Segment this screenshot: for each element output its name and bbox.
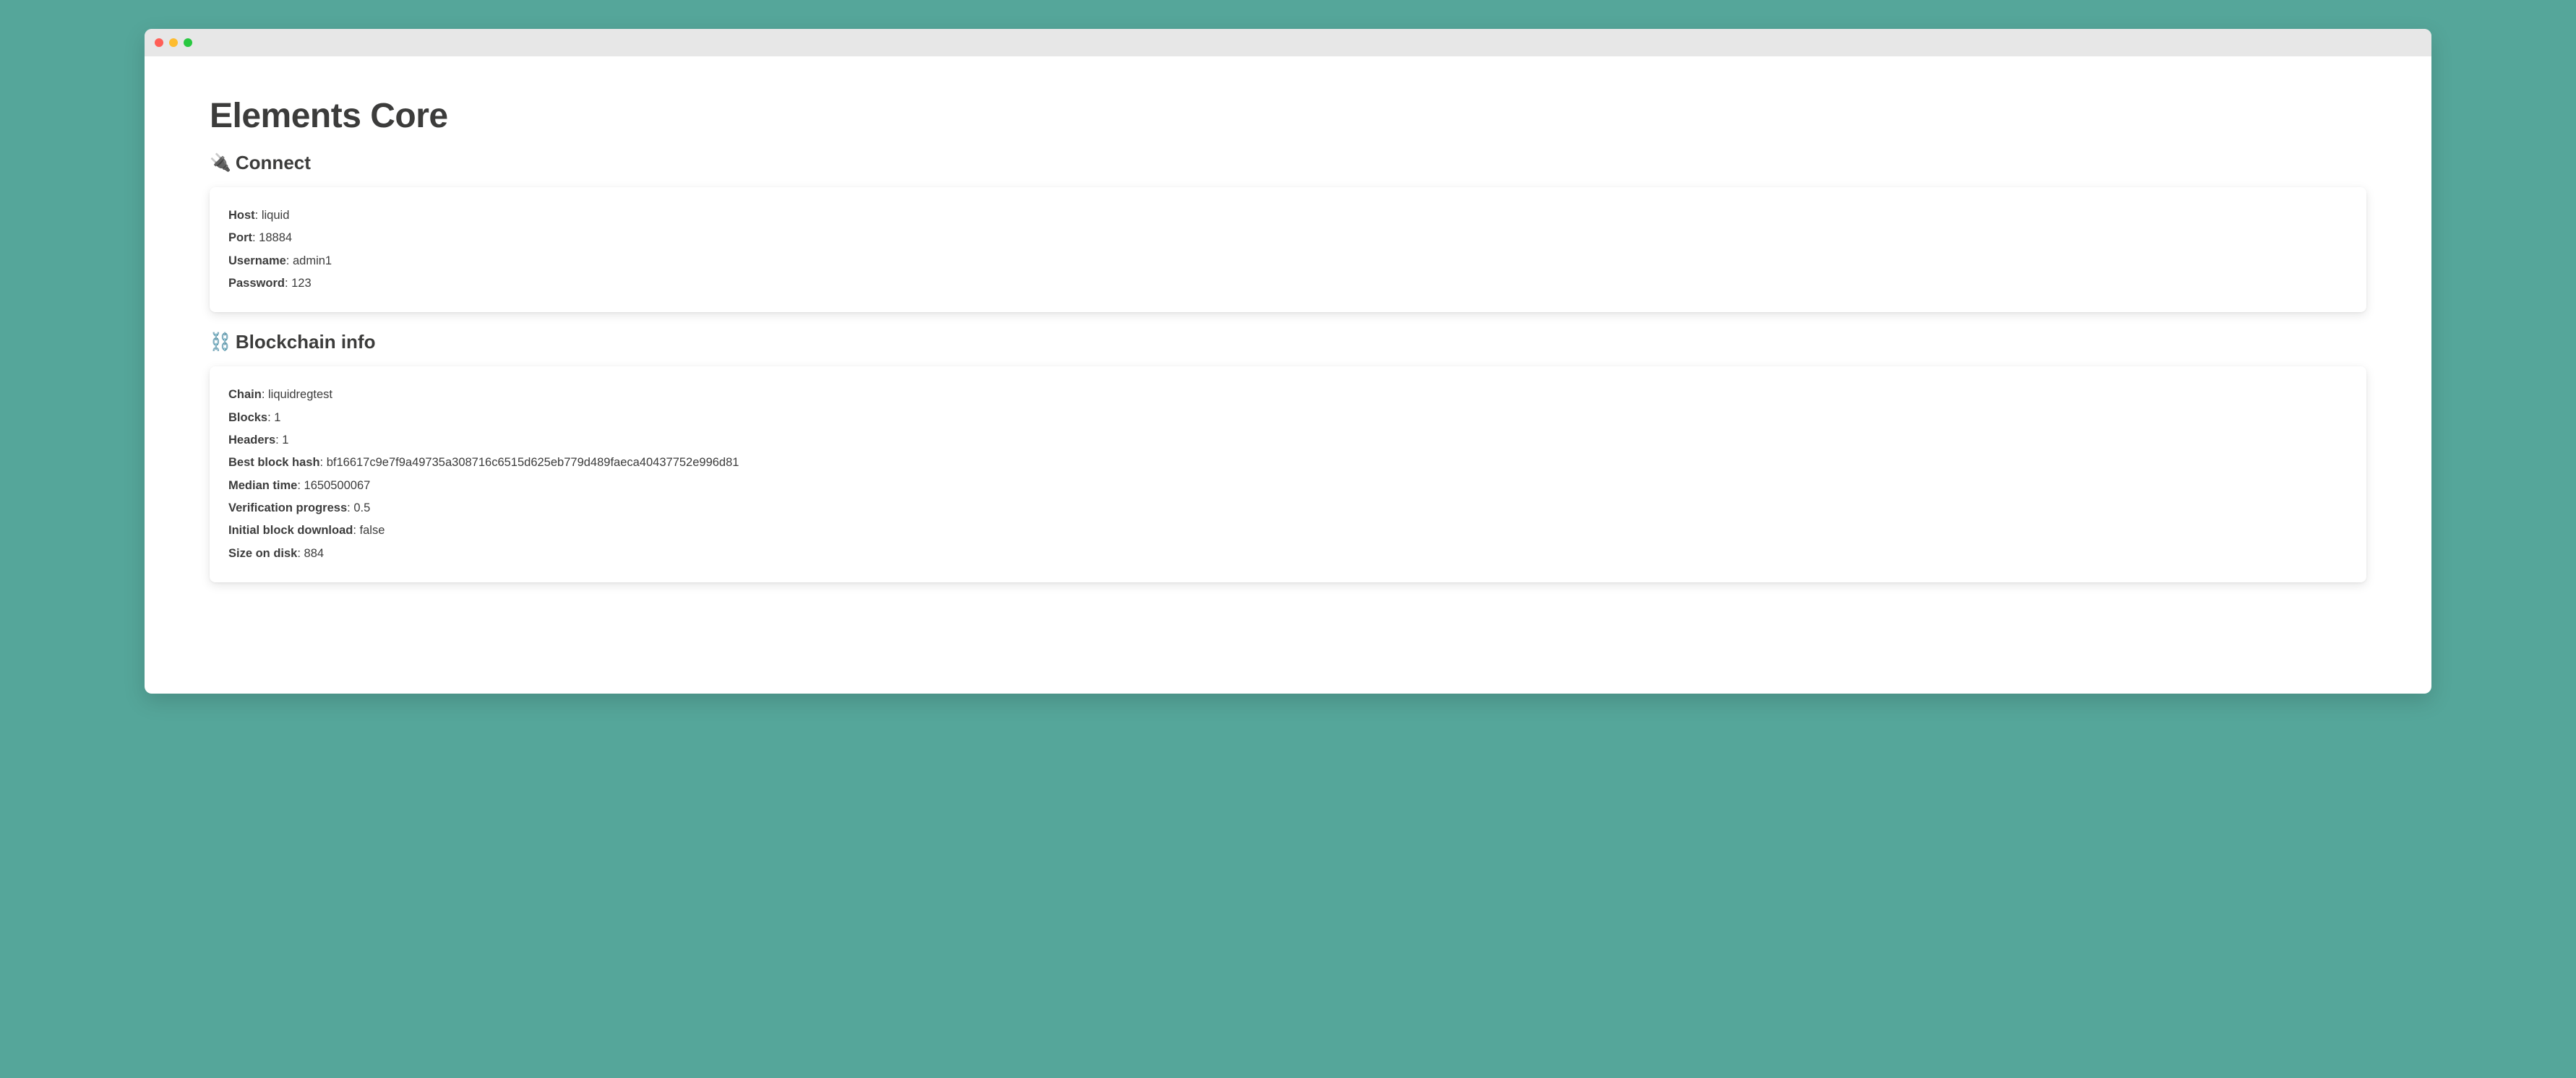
blockchain-label: Headers [228,434,275,447]
close-icon[interactable] [155,38,163,47]
window-traffic-lights [155,38,192,47]
blockchain-value: 884 [304,547,325,560]
separator: : [320,456,327,469]
blockchain-label: Initial block download [228,524,353,537]
blockchain-value: 1 [282,434,288,447]
separator: : [267,411,274,424]
connect-heading: 🔌 Connect [210,152,2366,174]
app-window: Elements Core 🔌 Connect Host: liquidPort… [145,29,2431,694]
separator: : [347,501,353,514]
plug-icon: 🔌 [210,155,231,172]
blockchain-row: Chain: liquidregtest [228,384,2348,406]
connect-label: Password [228,277,285,290]
zoom-icon[interactable] [184,38,192,47]
blockchain-row: Initial block download: false [228,519,2348,542]
connect-heading-text: Connect [236,152,311,174]
blockchain-heading-text: Blockchain info [236,331,376,353]
separator: : [252,231,259,244]
connect-card: Host: liquidPort: 18884Username: admin1P… [210,187,2366,312]
blockchain-row: Size on disk: 884 [228,543,2348,565]
separator: : [353,524,359,537]
page-title: Elements Core [210,96,2366,136]
blockchain-row: Verification progress: 0.5 [228,497,2348,519]
blockchain-label: Size on disk [228,547,297,560]
blockchain-heading: ⛓️ Blockchain info [210,331,2366,353]
blockchain-row: Headers: 1 [228,429,2348,452]
blockchain-value: 1650500067 [304,479,371,492]
blockchain-label: Chain [228,388,262,401]
blockchain-value: liquidregtest [268,388,332,401]
connect-label: Username [228,254,286,267]
blockchain-label: Median time [228,479,297,492]
blockchain-row: Best block hash: bf16617c9e7f9a49735a308… [228,452,2348,474]
separator: : [286,254,293,267]
blockchain-value: bf16617c9e7f9a49735a308716c6515d625eb779… [327,456,739,469]
blockchain-card: Chain: liquidregtestBlocks: 1Headers: 1B… [210,366,2366,582]
page-content: Elements Core 🔌 Connect Host: liquidPort… [145,56,2431,644]
separator: : [297,479,304,492]
connect-label: Host [228,209,255,222]
separator: : [255,209,262,222]
blockchain-label: Best block hash [228,456,320,469]
separator: : [262,388,268,401]
connect-row: Password: 123 [228,272,2348,295]
blockchain-value: 0.5 [353,501,370,514]
connect-row: Port: 18884 [228,227,2348,249]
blockchain-row: Median time: 1650500067 [228,475,2348,497]
connect-value: 18884 [259,231,292,244]
separator: : [297,547,304,560]
blockchain-label: Verification progress [228,501,347,514]
separator: : [285,277,291,290]
chain-icon: ⛓️ [210,334,231,351]
connect-label: Port [228,231,252,244]
connect-row: Username: admin1 [228,250,2348,272]
connect-value: 123 [291,277,312,290]
window-titlebar [145,29,2431,56]
connect-value: liquid [262,209,290,222]
blockchain-value: 1 [274,411,280,424]
connect-value: admin1 [293,254,332,267]
connect-row: Host: liquid [228,204,2348,227]
minimize-icon[interactable] [169,38,178,47]
blockchain-label: Blocks [228,411,267,424]
blockchain-row: Blocks: 1 [228,407,2348,429]
blockchain-value: false [360,524,385,537]
separator: : [275,434,282,447]
